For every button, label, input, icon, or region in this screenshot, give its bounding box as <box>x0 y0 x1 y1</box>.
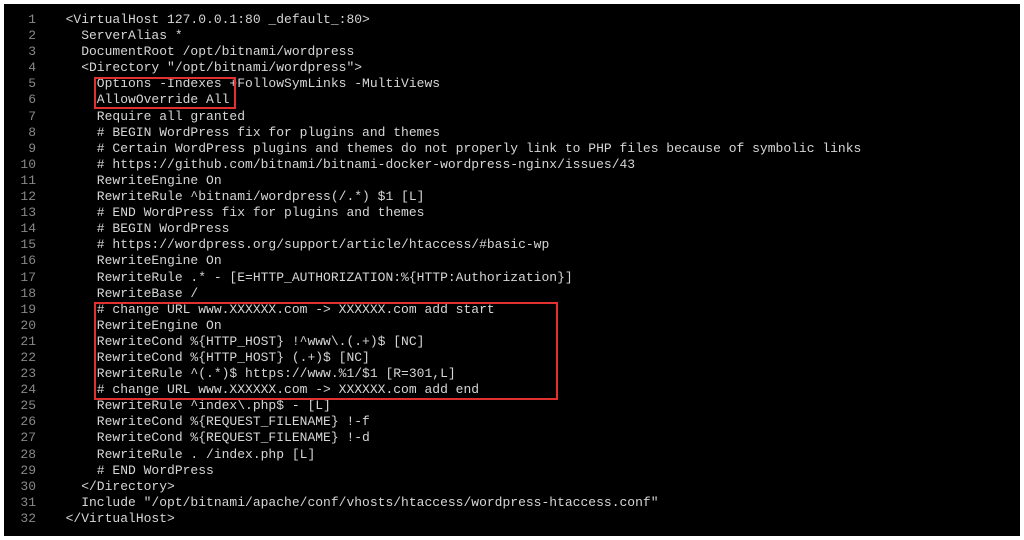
code-text: </Directory> <box>50 479 175 495</box>
code-line[interactable]: 17 RewriteRule .* - [E=HTTP_AUTHORIZATIO… <box>6 270 1018 286</box>
code-text: # END WordPress <box>50 463 214 479</box>
line-number: 19 <box>6 302 50 318</box>
code-text: # BEGIN WordPress <box>50 221 229 237</box>
code-text: # change URL www.XXXXXX.com -> XXXXXX.co… <box>50 382 479 398</box>
code-line[interactable]: 9 # Certain WordPress plugins and themes… <box>6 141 1018 157</box>
code-text: DocumentRoot /opt/bitnami/wordpress <box>50 44 354 60</box>
line-number: 11 <box>6 173 50 189</box>
line-number: 2 <box>6 28 50 44</box>
code-text: <Directory "/opt/bitnami/wordpress"> <box>50 60 362 76</box>
line-number: 29 <box>6 463 50 479</box>
code-text: AllowOverride All <box>50 92 229 108</box>
code-text: # Certain WordPress plugins and themes d… <box>50 141 861 157</box>
code-line[interactable]: 11 RewriteEngine On <box>6 173 1018 189</box>
code-text: # https://github.com/bitnami/bitnami-doc… <box>50 157 635 173</box>
code-text: RewriteRule ^bitnami/wordpress(/.*) $1 [… <box>50 189 424 205</box>
code-text: RewriteCond %{REQUEST_FILENAME} !-d <box>50 430 370 446</box>
line-number: 28 <box>6 447 50 463</box>
code-line[interactable]: 5 Options -Indexes +FollowSymLinks -Mult… <box>6 76 1018 92</box>
line-number: 32 <box>6 511 50 527</box>
code-line[interactable]: 7 Require all granted <box>6 109 1018 125</box>
line-number: 5 <box>6 76 50 92</box>
code-text: Require all granted <box>50 109 245 125</box>
code-line[interactable]: 27 RewriteCond %{REQUEST_FILENAME} !-d <box>6 430 1018 446</box>
code-text: RewriteRule ^(.*)$ https://www.%1/$1 [R=… <box>50 366 456 382</box>
code-line[interactable]: 18 RewriteBase / <box>6 286 1018 302</box>
code-line[interactable]: 6 AllowOverride All <box>6 92 1018 108</box>
code-text: # BEGIN WordPress fix for plugins and th… <box>50 125 440 141</box>
code-line[interactable]: 31 Include "/opt/bitnami/apache/conf/vho… <box>6 495 1018 511</box>
line-number: 16 <box>6 253 50 269</box>
code-line[interactable]: 22 RewriteCond %{HTTP_HOST} (.+)$ [NC] <box>6 350 1018 366</box>
code-line[interactable]: 8 # BEGIN WordPress fix for plugins and … <box>6 125 1018 141</box>
code-text: # change URL www.XXXXXX.com -> XXXXXX.co… <box>50 302 495 318</box>
line-number: 21 <box>6 334 50 350</box>
code-line[interactable]: 25 RewriteRule ^index\.php$ - [L] <box>6 398 1018 414</box>
code-text: Options -Indexes +FollowSymLinks -MultiV… <box>50 76 440 92</box>
line-number: 1 <box>6 12 50 28</box>
line-number: 20 <box>6 318 50 334</box>
code-line[interactable]: 3 DocumentRoot /opt/bitnami/wordpress <box>6 44 1018 60</box>
code-line[interactable]: 32 </VirtualHost> <box>6 511 1018 527</box>
code-text: RewriteCond %{REQUEST_FILENAME} !-f <box>50 414 370 430</box>
code-line[interactable]: 28 RewriteRule . /index.php [L] <box>6 447 1018 463</box>
line-number: 10 <box>6 157 50 173</box>
code-text: <VirtualHost 127.0.0.1:80 _default_:80> <box>50 12 370 28</box>
code-text: RewriteEngine On <box>50 253 222 269</box>
line-number: 30 <box>6 479 50 495</box>
code-line[interactable]: 10 # https://github.com/bitnami/bitnami-… <box>6 157 1018 173</box>
code-line[interactable]: 30 </Directory> <box>6 479 1018 495</box>
code-text: </VirtualHost> <box>50 511 175 527</box>
line-number: 4 <box>6 60 50 76</box>
code-line[interactable]: 2 ServerAlias * <box>6 28 1018 44</box>
code-line[interactable]: 19 # change URL www.XXXXXX.com -> XXXXXX… <box>6 302 1018 318</box>
line-number: 7 <box>6 109 50 125</box>
code-text: RewriteEngine On <box>50 173 222 189</box>
code-line[interactable]: 20 RewriteEngine On <box>6 318 1018 334</box>
editor-frame: 1 <VirtualHost 127.0.0.1:80 _default_:80… <box>4 4 1020 536</box>
line-number: 24 <box>6 382 50 398</box>
code-line[interactable]: 26 RewriteCond %{REQUEST_FILENAME} !-f <box>6 414 1018 430</box>
code-text: # END WordPress fix for plugins and them… <box>50 205 424 221</box>
line-number: 3 <box>6 44 50 60</box>
code-line[interactable]: 24 # change URL www.XXXXXX.com -> XXXXXX… <box>6 382 1018 398</box>
code-line[interactable]: 1 <VirtualHost 127.0.0.1:80 _default_:80… <box>6 12 1018 28</box>
code-text: RewriteCond %{HTTP_HOST} !^www\.(.+)$ [N… <box>50 334 424 350</box>
code-text: RewriteCond %{HTTP_HOST} (.+)$ [NC] <box>50 350 370 366</box>
line-number: 23 <box>6 366 50 382</box>
code-line[interactable]: 23 RewriteRule ^(.*)$ https://www.%1/$1 … <box>6 366 1018 382</box>
code-line[interactable]: 16 RewriteEngine On <box>6 253 1018 269</box>
line-number: 25 <box>6 398 50 414</box>
line-number: 14 <box>6 221 50 237</box>
code-line[interactable]: 12 RewriteRule ^bitnami/wordpress(/.*) $… <box>6 189 1018 205</box>
line-number: 9 <box>6 141 50 157</box>
line-number: 17 <box>6 270 50 286</box>
line-number: 26 <box>6 414 50 430</box>
code-text: RewriteRule . /index.php [L] <box>50 447 315 463</box>
code-line[interactable]: 4 <Directory "/opt/bitnami/wordpress"> <box>6 60 1018 76</box>
code-line[interactable]: 29 # END WordPress <box>6 463 1018 479</box>
code-text: Include "/opt/bitnami/apache/conf/vhosts… <box>50 495 659 511</box>
line-number: 31 <box>6 495 50 511</box>
code-text: RewriteEngine On <box>50 318 222 334</box>
code-line[interactable]: 13 # END WordPress fix for plugins and t… <box>6 205 1018 221</box>
code-text: RewriteRule .* - [E=HTTP_AUTHORIZATION:%… <box>50 270 573 286</box>
code-line[interactable]: 15 # https://wordpress.org/support/artic… <box>6 237 1018 253</box>
line-number: 6 <box>6 92 50 108</box>
line-number: 18 <box>6 286 50 302</box>
code-line[interactable]: 21 RewriteCond %{HTTP_HOST} !^www\.(.+)$… <box>6 334 1018 350</box>
line-number: 27 <box>6 430 50 446</box>
line-number: 13 <box>6 205 50 221</box>
code-editor[interactable]: 1 <VirtualHost 127.0.0.1:80 _default_:80… <box>6 12 1018 527</box>
line-number: 12 <box>6 189 50 205</box>
line-number: 22 <box>6 350 50 366</box>
code-text: RewriteBase / <box>50 286 198 302</box>
code-text: # https://wordpress.org/support/article/… <box>50 237 549 253</box>
code-text: ServerAlias * <box>50 28 183 44</box>
line-number: 8 <box>6 125 50 141</box>
code-line[interactable]: 14 # BEGIN WordPress <box>6 221 1018 237</box>
code-text: RewriteRule ^index\.php$ - [L] <box>50 398 331 414</box>
line-number: 15 <box>6 237 50 253</box>
